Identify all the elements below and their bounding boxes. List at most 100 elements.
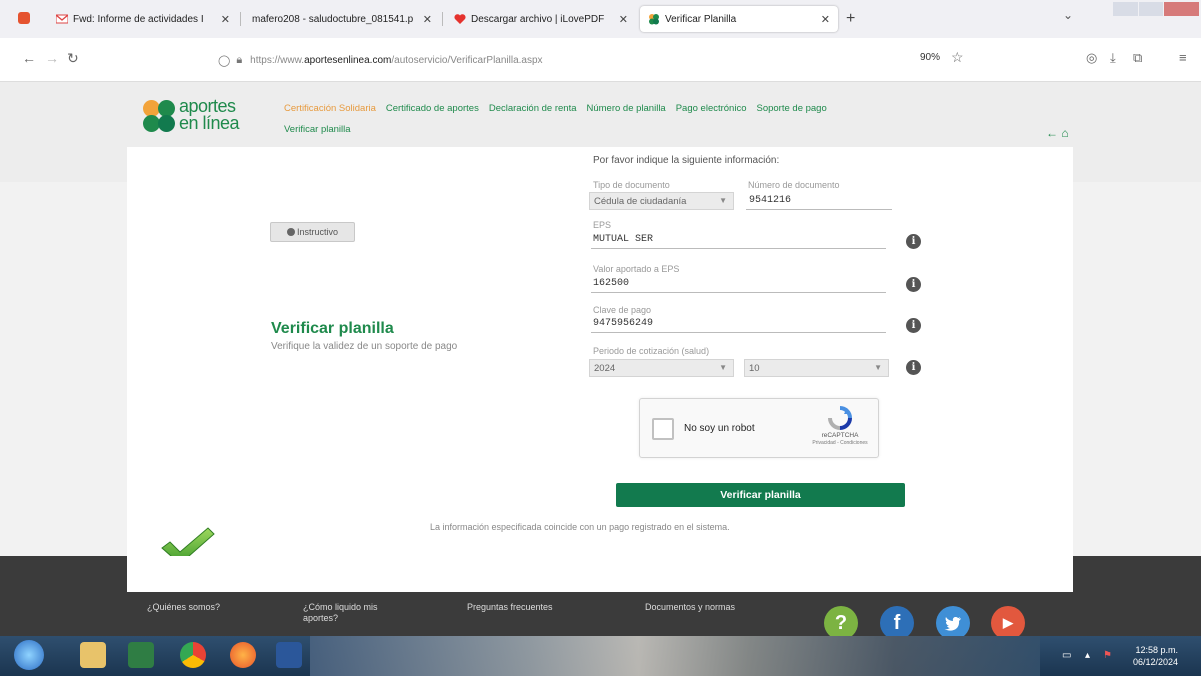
nav-item-numero-planilla[interactable]: Número de planilla [587, 103, 666, 114]
tracking-shield-icon[interactable]: ◯ [218, 54, 230, 67]
tipo-documento-value: Cédula de ciudadanía [594, 195, 687, 207]
logo-dots-icon [143, 100, 179, 136]
nav-item-declaracion-renta[interactable]: Declaración de renta [489, 103, 577, 114]
field-underline [746, 209, 892, 210]
tab-close-button[interactable]: ✕ [815, 13, 830, 26]
tab-title: Fwd: Informe de actividades I [73, 13, 204, 25]
recaptcha-brand: reCAPTCHA [821, 432, 859, 439]
twitter-icon[interactable] [936, 606, 970, 640]
minimize-button[interactable] [1113, 2, 1138, 16]
periodo-month-select[interactable]: 10 ▼ [744, 359, 889, 377]
footer-link-documentos-normas[interactable]: Documentos y normas [645, 602, 735, 613]
tray-flag-icon[interactable]: ⚑ [1103, 650, 1112, 661]
extensions-icon[interactable]: ⧉ [1133, 50, 1142, 66]
ilovepdf-heart-icon [454, 14, 466, 24]
result-message: La información especificada coincide con… [430, 522, 730, 532]
url-bar[interactable]: ◯ 🔒︎ https://www.aportesenlinea.com/auto… [210, 46, 980, 74]
tab-gmail[interactable]: Fwd: Informe de actividades I ✕ [48, 6, 238, 32]
nav-item-certificacion-solidaria[interactable]: Certificación Solidaria [284, 103, 376, 114]
clave-pago-label: Clave de pago [593, 305, 652, 315]
tab-ilovepdf[interactable]: Descargar archivo | iLovePDF ✕ [446, 6, 636, 32]
chevron-down-icon: ▼ [719, 196, 727, 205]
nav-item-pago-electronico[interactable]: Pago electrónico [676, 103, 747, 114]
youtube-icon[interactable]: ▶ [991, 606, 1025, 640]
facebook-icon[interactable]: f [880, 606, 914, 640]
recaptcha-checkbox[interactable] [652, 418, 674, 440]
footer-link-como-liquido[interactable]: ¿Cómo liquido mis aportes? [303, 602, 378, 624]
tab-close-button[interactable]: ✕ [613, 13, 628, 26]
site-logo[interactable]: aportes en línea [143, 96, 253, 142]
footer-link-quienes-somos[interactable]: ¿Quiénes somos? [147, 602, 220, 613]
clock-date: 06/12/2024 [1133, 657, 1179, 667]
tray-arrow-icon[interactable]: ▴ [1085, 650, 1090, 661]
lock-icon[interactable]: 🔒︎ [236, 54, 242, 67]
list-tabs-chevron-icon[interactable]: ⌄ [1063, 8, 1073, 22]
new-tab-button[interactable]: + [846, 10, 855, 28]
eps-info-icon[interactable]: i [906, 234, 921, 249]
pocket-icon[interactable]: ◎ [1086, 50, 1097, 66]
eps-label: EPS [593, 220, 612, 230]
browser-tab-bar: Fwd: Informe de actividades I ✕ mafero20… [0, 0, 1201, 38]
valor-aportado-label: Valor aportado a EPS [593, 264, 680, 274]
clock-time: 12:58 p.m. [1135, 645, 1179, 655]
instructivo-button[interactable]: Instructivo [270, 222, 355, 242]
tab-verificar-planilla[interactable]: Verificar Planilla ✕ [640, 6, 838, 32]
zoom-level[interactable]: 90% [920, 52, 940, 63]
field-underline [591, 248, 886, 249]
logo-text: aportes en línea [179, 96, 240, 133]
recaptcha-links[interactable]: Privacidad - Condiciones [810, 440, 870, 446]
eps-input[interactable]: MUTUAL SER [593, 234, 653, 245]
taskbar-clock[interactable]: 12:58 p.m. 06/12/2024 [1133, 644, 1178, 668]
browser-nav-bar: ← → ↻ ◯ 🔒︎ https://www.aportesenlinea.co… [0, 38, 1201, 82]
valor-aportado-input[interactable]: 162500 [593, 278, 629, 289]
word-icon[interactable] [276, 642, 302, 668]
verificar-planilla-button[interactable]: Verificar planilla [616, 483, 905, 507]
reload-icon[interactable]: ↻ [67, 50, 79, 67]
back-home-icons[interactable]: ← ⌂ [1046, 126, 1069, 140]
periodo-year-value: 2024 [594, 362, 616, 374]
tab-close-button[interactable]: ✕ [417, 13, 432, 26]
help-icon[interactable]: ? [824, 606, 858, 640]
footer-link-preguntas-frecuentes[interactable]: Preguntas frecuentes [467, 602, 553, 613]
menu-hamburger-icon[interactable]: ≡ [1179, 50, 1187, 65]
tab-title: Verificar Planilla [665, 13, 737, 25]
tab-close-button[interactable]: ✕ [215, 13, 230, 26]
browser-menu-icon[interactable] [18, 12, 30, 24]
back-arrow-icon[interactable]: ← [22, 50, 36, 66]
close-window-button[interactable] [1164, 2, 1199, 16]
periodo-info-icon[interactable]: i [906, 360, 921, 375]
tab-separator [240, 12, 241, 26]
file-explorer-icon[interactable] [80, 642, 106, 668]
chrome-icon[interactable] [180, 642, 206, 668]
tab-separator [442, 12, 443, 26]
page-title: Verificar planilla [271, 320, 394, 337]
page-subtitle: Verifique la validez de un soporte de pa… [271, 341, 458, 352]
bookmark-star-icon[interactable]: ☆ [951, 49, 964, 66]
main-navigation: Certificación Solidaria Certificado de a… [284, 103, 827, 135]
maximize-button[interactable] [1138, 2, 1164, 16]
window-controls [1113, 2, 1199, 16]
nav-item-certificado-aportes[interactable]: Certificado de aportes [386, 103, 479, 114]
forward-arrow-icon[interactable]: → [45, 50, 59, 66]
tray-show-desktop-icon[interactable]: ▭ [1062, 650, 1071, 661]
periodo-label: Periodo de cotización (salud) [593, 346, 710, 356]
periodo-month-value: 10 [749, 362, 760, 374]
clave-pago-input[interactable]: 9475956249 [593, 318, 653, 329]
info-icon [286, 228, 295, 236]
numero-documento-input[interactable]: 9541216 [749, 195, 791, 206]
valor-info-icon[interactable]: i [906, 277, 921, 292]
start-button-icon[interactable] [14, 640, 44, 670]
downloads-icon[interactable]: ⤓ [1110, 50, 1116, 66]
nav-item-soporte-pago[interactable]: Soporte de pago [757, 103, 827, 114]
url-text: https://www.aportesenlinea.com/autoservi… [250, 54, 543, 66]
tab-drive-file[interactable]: mafero208 - saludoctubre_081541.p ✕ [244, 6, 440, 32]
firefox-icon[interactable] [230, 642, 256, 668]
field-underline [591, 292, 886, 293]
nav-item-verificar-planilla[interactable]: Verificar planilla [284, 124, 351, 135]
recaptcha-logo: reCAPTCHA Privacidad - Condiciones [810, 405, 870, 455]
clave-info-icon[interactable]: i [906, 318, 921, 333]
periodo-year-select[interactable]: 2024 ▼ [589, 359, 734, 377]
tab-title: mafero208 - saludoctubre_081541.p [252, 13, 414, 25]
excel-icon[interactable] [128, 642, 154, 668]
tipo-documento-select[interactable]: Cédula de ciudadanía ▼ [589, 192, 734, 210]
